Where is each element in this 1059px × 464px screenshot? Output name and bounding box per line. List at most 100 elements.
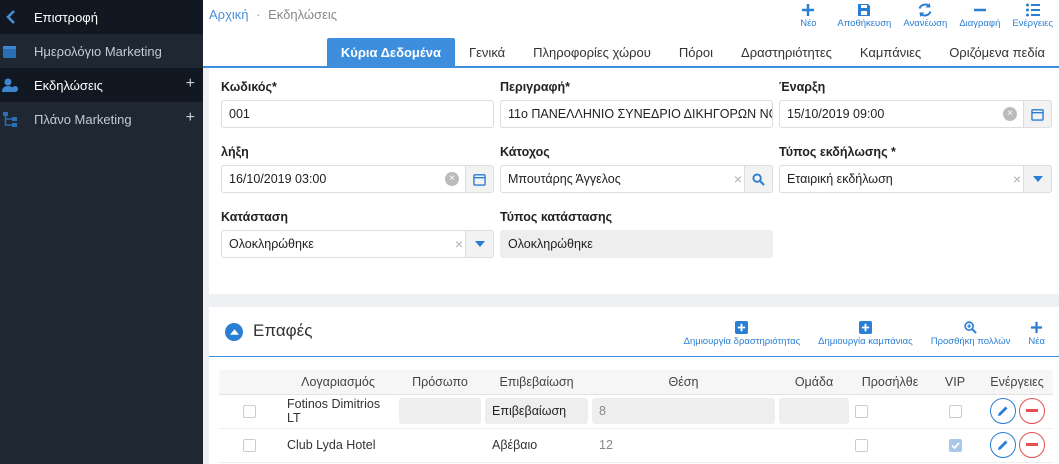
save-button[interactable]: Αποθήκευση — [831, 0, 897, 29]
start-input[interactable]: 15/10/2019 09:00 × — [779, 100, 1052, 128]
group-cell[interactable] — [779, 398, 849, 424]
back-button[interactable]: Επιστροφή — [0, 0, 203, 34]
status-label: Κατάσταση — [221, 210, 288, 224]
new-contact-button[interactable]: Νέα — [1028, 321, 1045, 347]
sitemap-icon — [3, 112, 17, 127]
group-cell[interactable] — [777, 428, 851, 463]
column-header-position[interactable]: Θέση — [590, 370, 777, 395]
actions-button[interactable]: Ενέργειες — [1006, 0, 1059, 29]
calendar-picker-button[interactable] — [1023, 101, 1051, 127]
vip-checkbox[interactable] — [948, 438, 962, 452]
sidebar: Επιστροφή Ημερολόγιο Marketing Εκδηλώσει… — [0, 0, 203, 464]
collapse-button[interactable] — [225, 323, 243, 341]
list-icon — [1025, 3, 1040, 17]
search-icon — [752, 172, 765, 186]
attended-checkbox[interactable] — [855, 438, 868, 452]
clear-x-icon[interactable]: × — [455, 236, 463, 252]
event-type-select[interactable]: Εταιρική εκδήλωση × — [779, 165, 1052, 193]
delete-button[interactable]: Διαγραφή — [953, 0, 1006, 29]
end-field: λήξη 16/10/2019 03:00 × — [221, 145, 494, 193]
position-cell[interactable]: 8 — [592, 398, 775, 424]
clear-circle-icon[interactable]: × — [445, 172, 459, 186]
clear-circle-icon[interactable]: × — [1003, 107, 1017, 121]
minus-icon — [973, 8, 986, 12]
search-lookup-button[interactable] — [744, 166, 772, 192]
tab-campaigns[interactable]: Καμπάνιες — [846, 38, 935, 66]
code-input[interactable]: 001 — [221, 100, 494, 128]
row-select-checkbox[interactable] — [242, 404, 256, 418]
account-cell[interactable]: Club Lyda Hotel — [279, 428, 397, 463]
vip-checkbox[interactable] — [948, 404, 962, 418]
confirmation-cell[interactable]: Επιβεβαίωση — [485, 398, 588, 424]
contacts-actions: Δημιουργία δραστηριότητας Δημιουργία καμ… — [684, 321, 1045, 347]
sidebar-item-marketing-plan[interactable]: Πλάνο Marketing + — [0, 102, 203, 136]
column-header-group[interactable]: Ομάδα — [777, 370, 851, 395]
tab-main-data[interactable]: Κύρια Δεδομένα — [326, 38, 455, 66]
owner-input[interactable]: Μπουτάρης Άγγελος × — [500, 165, 773, 193]
account-cell[interactable]: Fotinos Dimitrios LT — [279, 394, 397, 429]
description-field: Περιγραφή* 11ο ΠΑΝΕΛΛΗΝΙΟ ΣΥΝΕΔΡΙΟ ΔΙΚΗΓ… — [500, 80, 773, 128]
contacts-title: Επαφές — [253, 321, 313, 340]
column-header-select — [219, 370, 279, 395]
delete-label: Διαγραφή — [959, 18, 1001, 29]
chevron-up-icon — [229, 329, 239, 335]
tab-resources[interactable]: Πόροι — [665, 38, 727, 66]
column-header-person[interactable]: Πρόσωπο — [397, 370, 483, 395]
add-many-label: Προσθήκη πολλών — [930, 336, 1011, 347]
person-cell[interactable] — [397, 428, 483, 463]
attended-checkbox[interactable] — [855, 404, 868, 418]
tab-activities[interactable]: Δραστηριότητες — [727, 38, 846, 66]
table-header-row: Λογαριασμός Πρόσωπο Επιβεβαίωση Θέση Ομά… — [219, 370, 1053, 395]
row-actions — [981, 398, 1053, 424]
description-input[interactable]: 11ο ΠΑΝΕΛΛΗΝΙΟ ΣΥΝΕΔΡΙΟ ΔΙΚΗΓΟΡΩΝ ΝΟΜΙ — [500, 100, 773, 128]
new-button[interactable]: Νέο — [785, 0, 831, 29]
edit-button[interactable] — [989, 398, 1016, 424]
calendar-picker-button[interactable] — [465, 166, 493, 192]
status-type-readonly: Ολοκληρώθηκε — [500, 230, 773, 258]
dropdown-button[interactable] — [465, 231, 493, 257]
clear-x-icon[interactable]: × — [1013, 171, 1021, 187]
actions-label: Ενέργειες — [1012, 18, 1053, 29]
expand-plus-icon[interactable]: + — [186, 75, 195, 93]
plus-square-icon — [735, 321, 749, 334]
plus-icon — [802, 4, 815, 16]
tab-custom-fields[interactable]: Οριζόμενα πεδία — [935, 38, 1059, 66]
save-icon — [858, 4, 871, 16]
refresh-button[interactable]: Ανανέωση — [897, 0, 953, 29]
owner-label: Κάτοχος — [500, 145, 550, 159]
column-header-actions: Ενέργειες — [981, 370, 1053, 395]
tab-venue-info[interactable]: Πληροφορίες χώρου — [519, 38, 665, 66]
main-data-form: Κωδικός* 001 Περιγραφή* 11ο ΠΑΝΕΛΛΗΝΙΟ Σ… — [209, 68, 1059, 294]
column-header-confirmation[interactable]: Επιβεβαίωση — [483, 370, 590, 395]
confirmation-cell[interactable]: Αβέβαιο — [483, 428, 590, 463]
end-input[interactable]: 16/10/2019 03:00 × — [221, 165, 494, 193]
create-campaign-button[interactable]: Δημιουργία καμπάνιας — [818, 321, 913, 347]
minus-icon — [1025, 443, 1038, 446]
status-select[interactable]: Ολοκληρώθηκε × — [221, 230, 494, 258]
row-select-checkbox[interactable] — [242, 438, 256, 452]
code-label: Κωδικός* — [221, 80, 277, 94]
pencil-icon — [997, 440, 1007, 450]
sidebar-item-events[interactable]: Εκδηλώσεις + — [0, 68, 203, 102]
expand-plus-icon[interactable]: + — [186, 109, 195, 127]
edit-button[interactable] — [989, 432, 1016, 458]
remove-button[interactable] — [1018, 432, 1045, 458]
tab-general[interactable]: Γενικά — [455, 38, 519, 66]
caret-down-icon — [474, 241, 485, 247]
column-header-account[interactable]: Λογαριασμός — [279, 370, 397, 395]
add-many-button[interactable]: Προσθήκη πολλών — [930, 321, 1011, 347]
plus-square-icon — [858, 321, 872, 334]
column-header-attended[interactable]: Προσήλθε — [851, 370, 929, 395]
position-cell[interactable]: 12 — [590, 428, 777, 463]
toolbar: Νέο Αποθήκευση Ανανέωση Διαγραφή Ενέργει… — [785, 0, 1059, 29]
breadcrumb-home-link[interactable]: Αρχική — [209, 7, 249, 22]
dropdown-button[interactable] — [1023, 166, 1051, 192]
clear-x-icon[interactable]: × — [734, 171, 742, 187]
chevron-left-icon — [6, 10, 15, 24]
column-header-vip[interactable]: VIP — [929, 370, 981, 395]
person-cell[interactable] — [399, 398, 481, 424]
create-activity-button[interactable]: Δημιουργία δραστηριότητας — [684, 321, 800, 347]
sidebar-item-marketing-calendar[interactable]: Ημερολόγιο Marketing — [0, 34, 203, 68]
event-type-field: Τύπος εκδήλωσης * Εταιρική εκδήλωση × — [779, 145, 1052, 193]
remove-button[interactable] — [1018, 398, 1045, 424]
